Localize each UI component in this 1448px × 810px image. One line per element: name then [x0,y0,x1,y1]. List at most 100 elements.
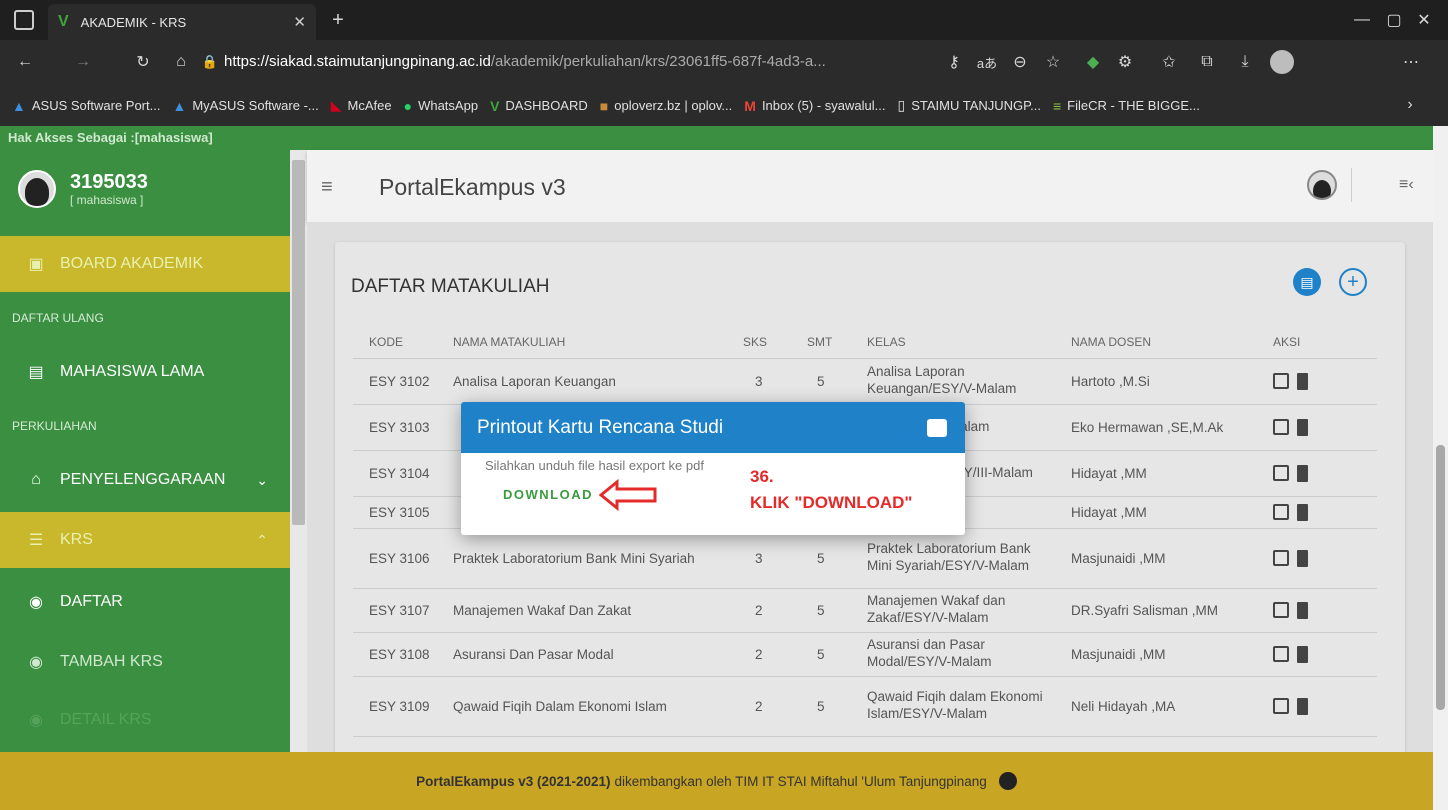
bookmark-item[interactable]: ▲ ASUS Software Port... [12,98,160,114]
forward-icon[interactable]: → [72,52,94,72]
chevron-down-icon: ⌄ [256,471,268,488]
bookmark-item[interactable]: ■ oploverz.bz | oplov... [600,98,733,114]
cell-sks: 2 [743,588,807,633]
bookmarks-overflow-icon[interactable]: › [1400,95,1420,115]
github-icon[interactable] [998,772,1017,790]
sidebar-item-daftar[interactable]: ◉ DAFTAR [0,574,290,630]
detail-icon[interactable] [1273,419,1289,435]
home-icon[interactable]: ⌂ [170,52,192,72]
cell-smt: 5 [807,528,867,589]
download-button[interactable]: DOWNLOAD [503,487,593,502]
close-tab-icon[interactable]: ✕ [293,13,306,31]
refresh-icon[interactable]: ↻ [132,52,154,72]
trash-icon[interactable] [1297,549,1308,567]
profile-icon[interactable] [1270,50,1294,74]
sidebar-item-penyelenggaraan[interactable]: ⌂ PENYELENGGARAAN ⌄ [0,452,290,508]
bookmarks-bar: ▲ ASUS Software Port... ▲ MyASUS Software … [0,85,1448,126]
cell-aksi [1273,358,1377,405]
bookmark-item[interactable]: ▲ MyASUS Software -... [172,98,318,114]
bookmark-item[interactable]: ● WhatsApp [404,98,478,114]
filecr-icon: ≡ [1052,97,1062,114]
sidebar-item-krs[interactable]: ☰ KRS ⌃ [0,512,290,568]
trash-icon[interactable] [1297,372,1308,390]
minimize-icon[interactable]: — [1352,10,1372,30]
detail-icon[interactable] [1273,646,1289,662]
app-title: PortalEkampus v3 [379,174,566,200]
asus-icon: ▲ [172,97,187,114]
print-icon[interactable]: ▤ [1293,268,1321,296]
add-icon[interactable]: + [1339,268,1367,296]
detail-icon[interactable] [1273,465,1289,481]
cell-aksi [1273,528,1377,589]
cell-kode: ESY 3103 [353,404,453,451]
favorites-icon[interactable]: ✩ [1158,52,1180,72]
bookmark-item[interactable]: V DASHBOARD [490,98,588,114]
detail-icon[interactable] [1273,550,1289,566]
header-divider [1351,168,1352,202]
avatar[interactable] [18,170,56,208]
bookmark-item[interactable]: ▯ STAIMU TANJUNGP... [897,97,1041,114]
trash-icon[interactable] [1297,697,1308,715]
trash-icon[interactable] [1297,418,1308,436]
sidebar-item-detail-krs[interactable]: ◉ DETAIL KRS [0,692,290,748]
bookmark-item[interactable]: ◣ McAfee [331,97,392,114]
v-logo-icon: V [58,13,69,30]
sidebar-item-tambah-krs[interactable]: ◉ TAMBAH KRS [0,634,290,690]
maximize-icon[interactable]: ▢ [1384,10,1404,30]
printout-modal: Printout Kartu Rencana Studi Silahkan un… [461,402,965,535]
table-row: ESY 3109 Qawaid Fiqih Dalam Ekonomi Islam… [353,676,1377,737]
cell-nama: Qawaid Fiqih Dalam Ekonomi Islam [453,676,743,737]
detail-icon[interactable] [1273,698,1289,714]
bookmark-label: MyASUS Software -... [192,98,319,113]
tab-actions-icon[interactable] [14,10,34,30]
cell-dosen: Hidayat ,MM [1071,450,1273,497]
close-window-icon[interactable]: ✕ [1414,10,1434,30]
more-icon[interactable]: ⋯ [1400,52,1422,72]
zoom-icon[interactable]: ⊖ [1010,52,1030,72]
page-scroll-thumb[interactable] [1436,445,1445,710]
asus-icon: ▲ [12,97,26,114]
url-field[interactable]: https://siakad.staimutanjungpinang.ac.id… [224,46,931,76]
monitor-icon: ▣ [28,256,44,273]
modal-title: Printout Kartu Rencana Studi [477,416,724,438]
detail-icon[interactable] [1273,504,1289,520]
new-tab-icon[interactable]: + [328,9,348,31]
favorite-add-icon[interactable]: ☆ [1042,52,1064,72]
trash-icon[interactable] [1297,601,1308,619]
bookmark-item[interactable]: ≡ FileCR - THE BIGGE... [1053,98,1200,114]
key-icon[interactable]: ⚷ [944,52,964,72]
trash-icon[interactable] [1297,645,1308,663]
hamburger-menu-icon[interactable]: ≡ [321,176,333,199]
col-header: SKS [743,326,807,359]
cell-smt: 5 [807,588,867,633]
trash-icon[interactable] [1297,503,1308,521]
chevron-up-icon: ⌃ [256,531,268,548]
bookmark-item[interactable]: M Inbox (5) - syawalul... [744,98,885,114]
detail-icon[interactable] [1273,602,1289,618]
trash-icon[interactable] [1297,464,1308,482]
collections-icon[interactable]: ⧉ [1196,52,1218,72]
access-role-bar: Hak Akses Sebagai :[mahasiswa] [0,126,1433,150]
user-role: [ mahasiswa ] [70,192,144,207]
bookmark-label: DASHBOARD [505,98,588,113]
table-row: ESY 3102 Analisa Laporan Keuangan 3 5 Analis… [353,358,1377,405]
circle-chevron-icon: ◉ [29,594,43,611]
extension-icon[interactable]: ◆ [1082,52,1104,72]
header-avatar[interactable] [1307,170,1337,200]
sidebar-item-board-akademik[interactable]: ▣ BOARD AKADEMIK [0,236,290,292]
cell-nama: Praktek Laboratorium Bank Mini Syariah [453,528,743,589]
sidebar-scroll-thumb[interactable] [292,160,305,525]
cell-aksi [1273,676,1377,737]
browser-tab[interactable]: V AKADEMIK - KRS ✕ [48,4,316,40]
read-aloud-icon[interactable]: aあ [976,52,998,72]
lock-icon[interactable]: 🔒 [200,52,220,72]
collapse-menu-icon[interactable]: ≡‹ [1399,176,1414,194]
printer-icon[interactable] [927,418,947,437]
extensions-puzzle-icon[interactable]: ⚙ [1114,52,1136,72]
detail-icon[interactable] [1273,373,1289,389]
cell-dosen: Neli Hidayah ,MA [1071,676,1273,737]
sidebar-section-perkuliahan: PERKULIAHAN [12,419,97,433]
download-icon[interactable]: ⤓ [1234,52,1256,72]
sidebar-item-mahasiswa-lama[interactable]: ▤ MAHASISWA LAMA [0,344,290,400]
back-icon[interactable]: ← [14,52,36,72]
